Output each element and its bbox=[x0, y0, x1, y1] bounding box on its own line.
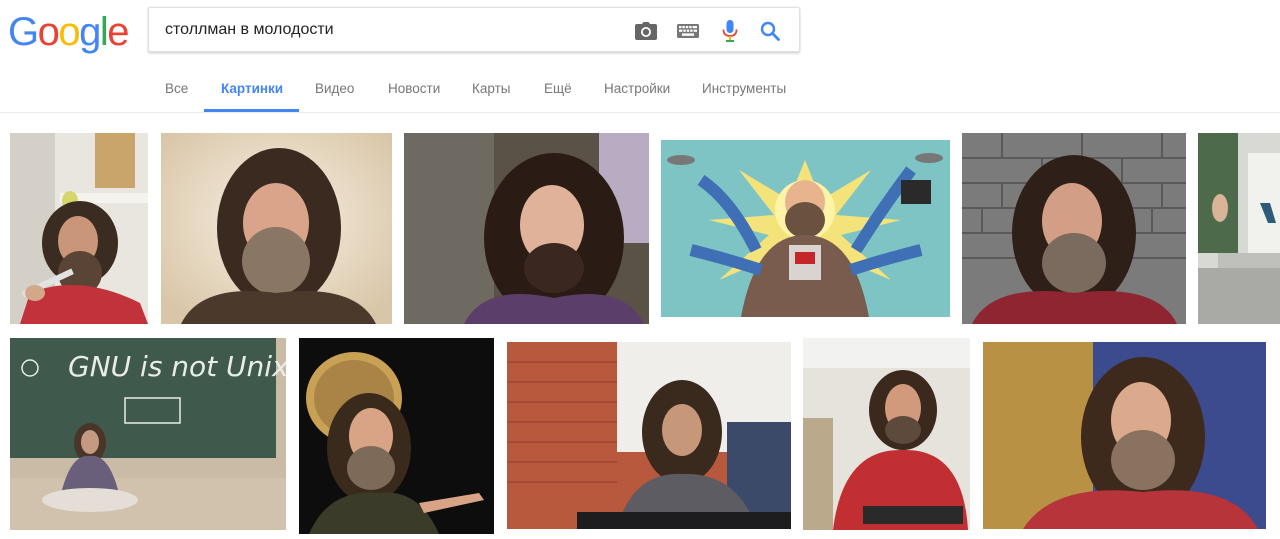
camera-icon[interactable] bbox=[633, 18, 659, 44]
image-result[interactable] bbox=[983, 342, 1266, 529]
image-result[interactable] bbox=[404, 133, 649, 324]
image-result[interactable] bbox=[803, 338, 970, 530]
image-result[interactable] bbox=[299, 338, 494, 534]
logo-letter: o bbox=[37, 10, 60, 54]
chalkboard-text: GNU is not Unix bbox=[68, 350, 286, 383]
image-result[interactable] bbox=[507, 342, 791, 529]
image-result[interactable] bbox=[661, 140, 950, 317]
result-photo bbox=[507, 342, 791, 529]
result-photo bbox=[803, 338, 970, 530]
result-photo bbox=[404, 133, 649, 324]
google-logo[interactable]: Google bbox=[8, 10, 129, 54]
tab-all[interactable]: Все bbox=[165, 70, 188, 113]
logo-letter: o bbox=[58, 10, 80, 54]
image-result[interactable] bbox=[10, 133, 148, 324]
result-photo bbox=[1198, 133, 1280, 324]
search-input[interactable] bbox=[165, 17, 625, 43]
tab-video[interactable]: Видео bbox=[315, 70, 354, 113]
result-photo bbox=[299, 338, 494, 534]
search-box bbox=[148, 7, 800, 52]
result-photo bbox=[983, 342, 1266, 529]
tab-more[interactable]: Ещё bbox=[544, 70, 572, 113]
result-photo bbox=[161, 133, 392, 324]
result-photo: GNU is not Unix bbox=[10, 338, 286, 530]
tab-maps[interactable]: Карты bbox=[472, 70, 510, 113]
tab-images[interactable]: Картинки bbox=[221, 70, 283, 113]
image-result[interactable]: GNU is not Unix bbox=[10, 338, 286, 530]
result-illustration bbox=[661, 140, 950, 317]
tab-tools[interactable]: Инструменты bbox=[702, 70, 786, 113]
logo-letter: l bbox=[99, 10, 109, 54]
result-photo bbox=[10, 133, 148, 324]
image-result[interactable] bbox=[161, 133, 392, 324]
search-icon[interactable] bbox=[757, 18, 783, 44]
result-photo bbox=[962, 133, 1186, 324]
logo-letter: e bbox=[107, 10, 129, 54]
active-tab-indicator bbox=[204, 109, 299, 112]
logo-letter: g bbox=[79, 10, 101, 54]
tab-news[interactable]: Новости bbox=[388, 70, 440, 113]
keyboard-icon[interactable] bbox=[675, 18, 701, 44]
tab-settings[interactable]: Настройки bbox=[604, 70, 670, 113]
image-result[interactable] bbox=[962, 133, 1186, 324]
search-tabs: Все Картинки Видео Новости Карты Ещё Нас… bbox=[0, 70, 1280, 113]
microphone-icon[interactable] bbox=[717, 18, 743, 44]
image-result[interactable] bbox=[1198, 133, 1280, 324]
search-header: Google столлман в молодости Все Картинки… bbox=[0, 0, 1280, 113]
logo-letter: G bbox=[8, 10, 39, 54]
